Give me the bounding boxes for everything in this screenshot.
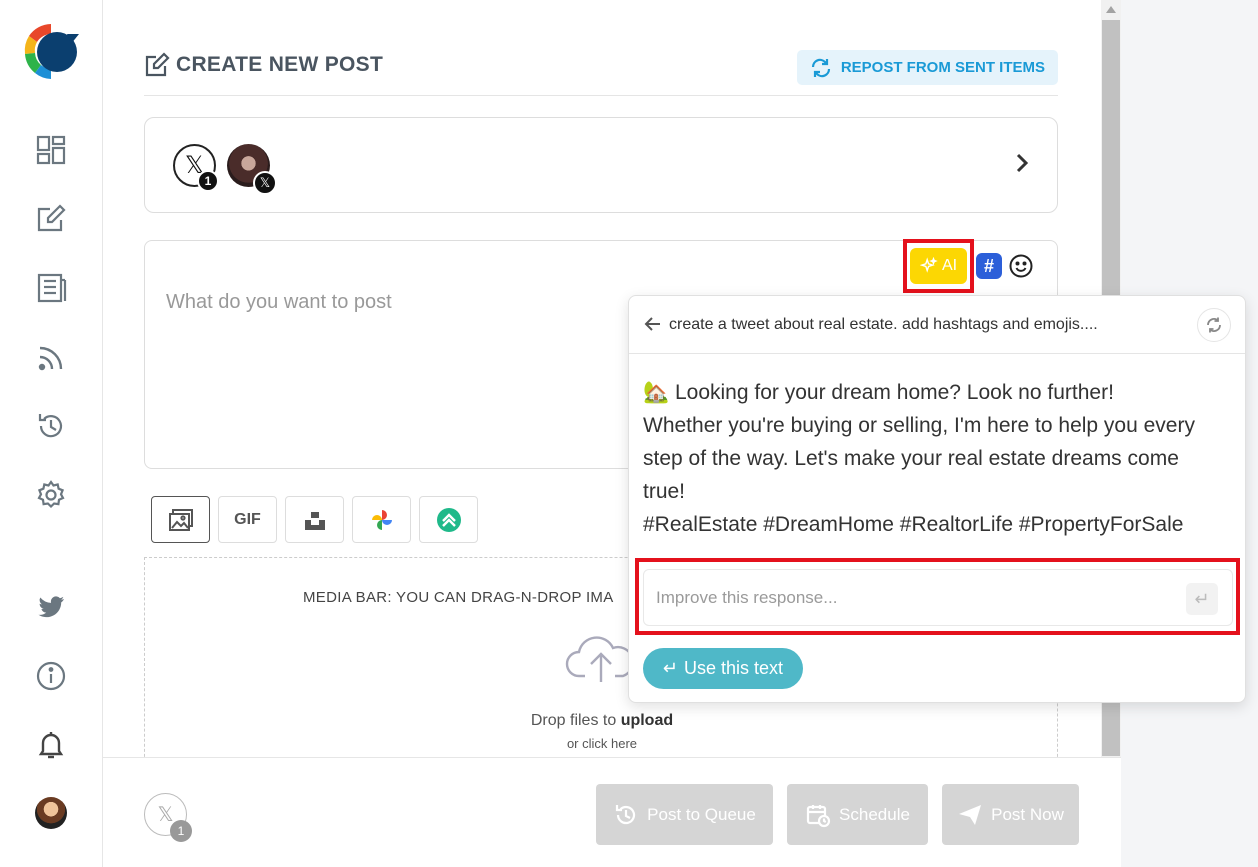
info-icon[interactable] <box>33 658 69 694</box>
article-icon[interactable] <box>33 270 69 306</box>
dashboard-icon[interactable] <box>33 132 69 168</box>
twitter-icon[interactable] <box>33 589 69 625</box>
x-account-count-badge: 1 <box>197 170 219 192</box>
post-now-label: Post Now <box>991 804 1064 824</box>
improve-response-input[interactable] <box>656 570 1176 625</box>
gif-label: GIF <box>234 510 261 528</box>
repost-label: REPOST FROM SENT ITEMS <box>840 59 1045 76</box>
cloud-upload-icon <box>565 636 635 682</box>
repost-icon <box>811 58 830 77</box>
ai-response-panel: create a tweet about real estate. add ha… <box>628 295 1246 703</box>
ai-assist-button[interactable]: AI <box>910 248 967 284</box>
gif-button[interactable]: GIF <box>218 496 277 543</box>
calendar-clock-icon <box>806 804 831 827</box>
page-title-text: CREATE NEW POST <box>176 53 384 76</box>
media-bar-caption: MEDIA BAR: YOU CAN DRAG-N-DROP IMA <box>303 589 614 606</box>
post-textarea-placeholder[interactable]: What do you want to post <box>166 291 392 314</box>
app-logo[interactable] <box>21 20 81 82</box>
hashtag-glyph: # <box>983 255 994 276</box>
settings-icon[interactable] <box>33 477 69 513</box>
footer-bar: 𝕏 1 Post to Queue Schedule Post Now <box>103 757 1121 867</box>
schedule-button[interactable]: Schedule <box>787 784 928 845</box>
page-title: CREATE NEW POST <box>144 52 383 78</box>
image-upload-button[interactable] <box>151 496 210 543</box>
use-enter-icon: ↵ <box>662 658 679 678</box>
google-photos-button[interactable] <box>352 496 411 543</box>
drop-files-text: Drop files to upload <box>145 712 1059 730</box>
chevron-right-icon[interactable] <box>1009 150 1035 176</box>
use-this-text-label: Use this text <box>684 658 784 678</box>
image-icon <box>168 508 193 531</box>
ai-prompt-text: create a tweet about real estate. add ha… <box>669 316 1098 333</box>
improve-response-field[interactable]: ↵ <box>643 569 1233 626</box>
response-line: step of the way. Let's make your real es… <box>643 447 1179 470</box>
ai-label: AI <box>941 257 958 274</box>
edit-title-icon <box>145 52 170 77</box>
hashtag-button[interactable]: # <box>976 253 1002 279</box>
unsplash-button[interactable] <box>285 496 344 543</box>
schedule-label: Schedule <box>839 804 910 824</box>
account-x-badge-icon: 𝕏 <box>253 171 277 195</box>
history-icon[interactable] <box>33 408 69 444</box>
x-badge-glyph: 𝕏 <box>259 175 271 190</box>
post-now-button[interactable]: Post Now <box>942 784 1079 845</box>
account-selector[interactable]: 𝕏 1 𝕏 <box>144 117 1058 213</box>
unsplash-icon <box>304 511 325 530</box>
emoji-icon[interactable] <box>1008 253 1034 279</box>
refresh-icon <box>1207 317 1221 333</box>
google-photos-icon <box>371 509 392 530</box>
post-to-queue-label: Post to Queue <box>647 804 756 824</box>
page-header: CREATE NEW POST REPOST FROM SENT ITEMS <box>144 48 1058 96</box>
sparkle-icon <box>919 257 938 273</box>
submit-improve-button[interactable]: ↵ <box>1186 583 1218 615</box>
back-arrow-icon[interactable] <box>643 314 663 334</box>
drop-upload-word: upload <box>620 712 674 729</box>
regenerate-button[interactable] <box>1197 308 1231 342</box>
ai-prompt-bar: create a tweet about real estate. add ha… <box>629 296 1245 354</box>
post-to-queue-button[interactable]: Post to Queue <box>596 784 773 845</box>
click-here-text[interactable]: or click here <box>145 736 1059 751</box>
user-avatar[interactable] <box>35 797 67 829</box>
upgrade-arrows-icon <box>436 507 461 532</box>
response-line: #RealEstate #DreamHome #RealtorLife #Pro… <box>643 513 1184 536</box>
repost-from-sent-button[interactable]: REPOST FROM SENT ITEMS <box>796 50 1058 85</box>
enter-icon: ↵ <box>1194 588 1210 609</box>
footer-x-glyph: 𝕏 <box>157 804 174 826</box>
drop-prefix: Drop files to <box>530 712 621 729</box>
response-line: true! <box>643 480 686 503</box>
response-line: 🏡 Looking for your dream home? Look no f… <box>643 381 1114 404</box>
response-line: Whether you're buying or selling, I'm he… <box>643 414 1195 437</box>
queue-icon <box>616 804 636 824</box>
edit-icon[interactable] <box>33 201 69 237</box>
bell-icon[interactable] <box>33 727 69 763</box>
ai-response-text: 🏡 Looking for your dream home? Look no f… <box>643 376 1235 541</box>
footer-account-count-badge: 1 <box>170 820 192 842</box>
rss-icon[interactable] <box>33 340 69 376</box>
send-icon <box>959 804 982 825</box>
use-this-text-button[interactable]: ↵ Use this text <box>643 648 803 689</box>
sidebar <box>0 0 103 867</box>
media-toolbar: GIF <box>151 496 478 543</box>
scroll-up-arrow-icon[interactable] <box>1106 6 1116 13</box>
canva-button[interactable] <box>419 496 478 543</box>
